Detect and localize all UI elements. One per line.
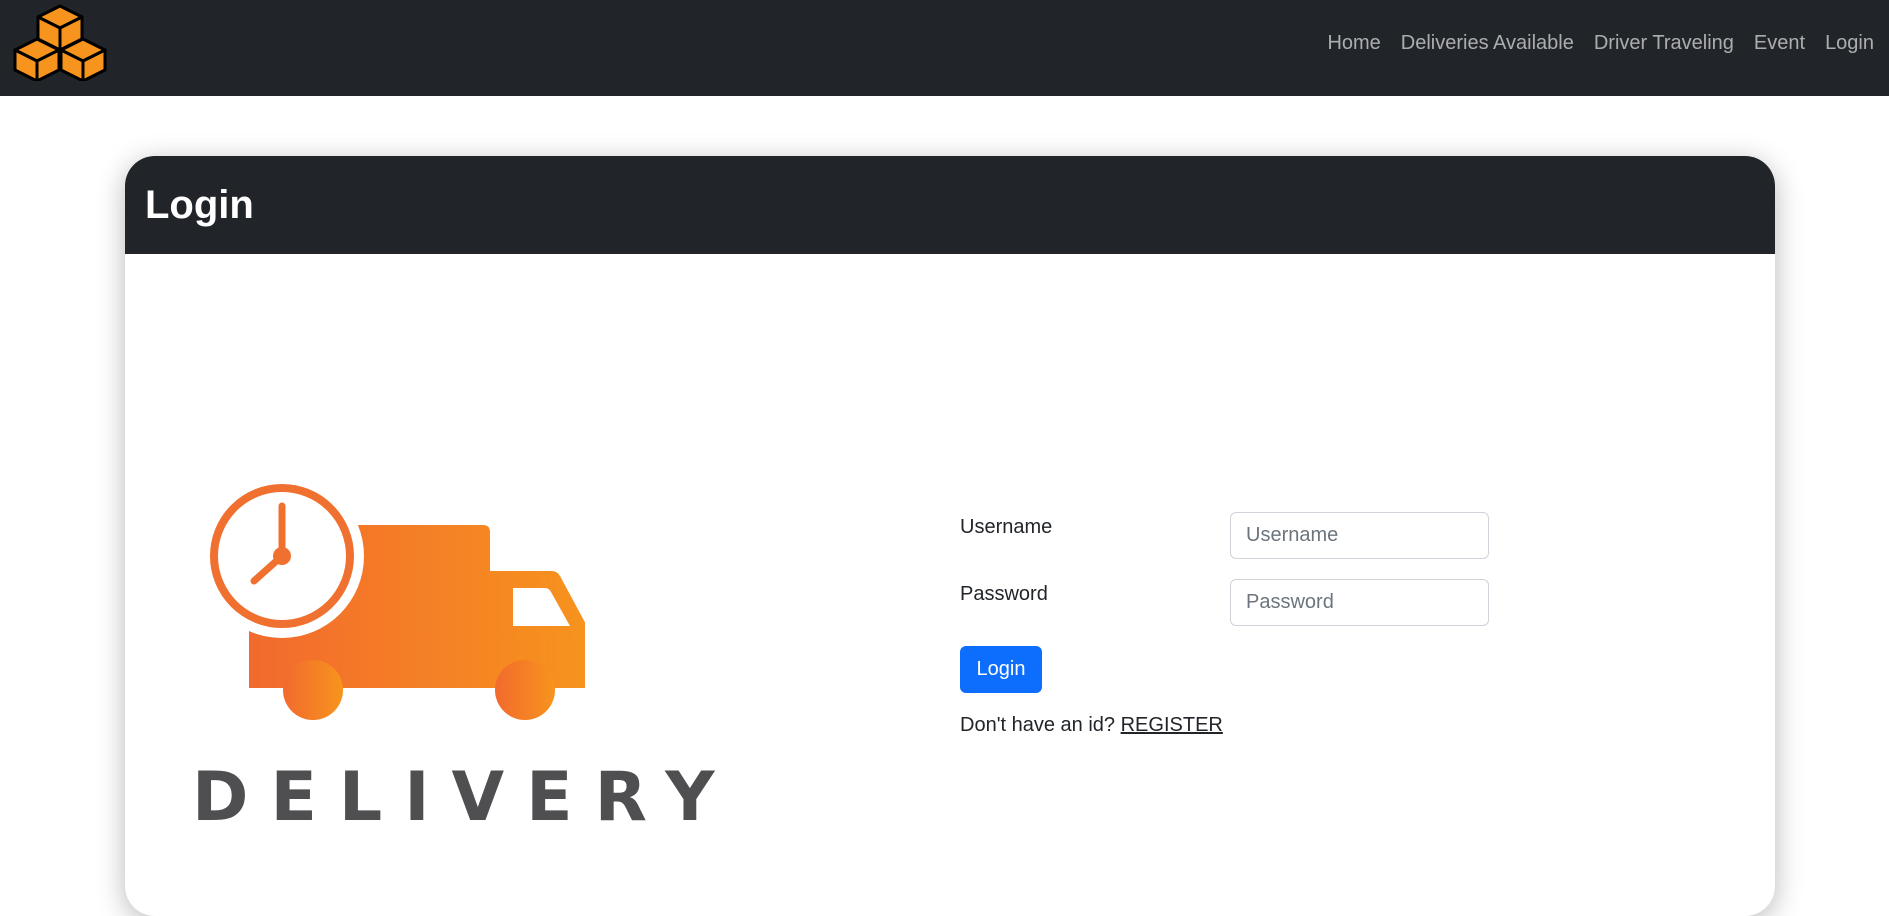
register-link[interactable]: REGISTER: [1121, 714, 1223, 736]
boxes-logo-icon[interactable]: [13, 3, 107, 81]
login-card: Login DELIVERY Username Username Passwor…: [125, 156, 1775, 916]
card-title: Login: [145, 182, 254, 227]
nav-link-login[interactable]: Login: [1825, 32, 1874, 55]
username-label: Username: [960, 516, 1053, 538]
username-input[interactable]: [1230, 512, 1489, 559]
nav-link-home[interactable]: Home: [1327, 32, 1380, 55]
username-row: Username: [960, 512, 1520, 559]
login-button[interactable]: Login: [960, 646, 1042, 693]
nav-link-driver-traveling[interactable]: Driver Traveling: [1594, 32, 1734, 55]
nav-link-event[interactable]: Event: [1754, 32, 1805, 55]
password-label: Password: [960, 583, 1048, 605]
navbar: Home Deliveries Available Driver Traveli…: [0, 0, 1889, 96]
delivery-wordmark: DELIVERY: [192, 758, 737, 837]
register-line: Don't have an id? REGISTER: [960, 714, 1520, 737]
delivery-illustration: DELIVERY: [165, 476, 725, 876]
register-prompt: Don't have an id?: [960, 714, 1116, 736]
card-header: Login: [125, 156, 1775, 254]
password-input[interactable]: [1230, 579, 1489, 626]
login-form: Username Password Login Don't have an id…: [960, 512, 1520, 737]
nav-link-deliveries-available[interactable]: Deliveries Available: [1401, 32, 1574, 55]
delivery-truck-clock-icon: [200, 476, 585, 720]
nav-links: Home Deliveries Available Driver Traveli…: [1307, 0, 1874, 87]
password-row: Password: [960, 579, 1520, 626]
